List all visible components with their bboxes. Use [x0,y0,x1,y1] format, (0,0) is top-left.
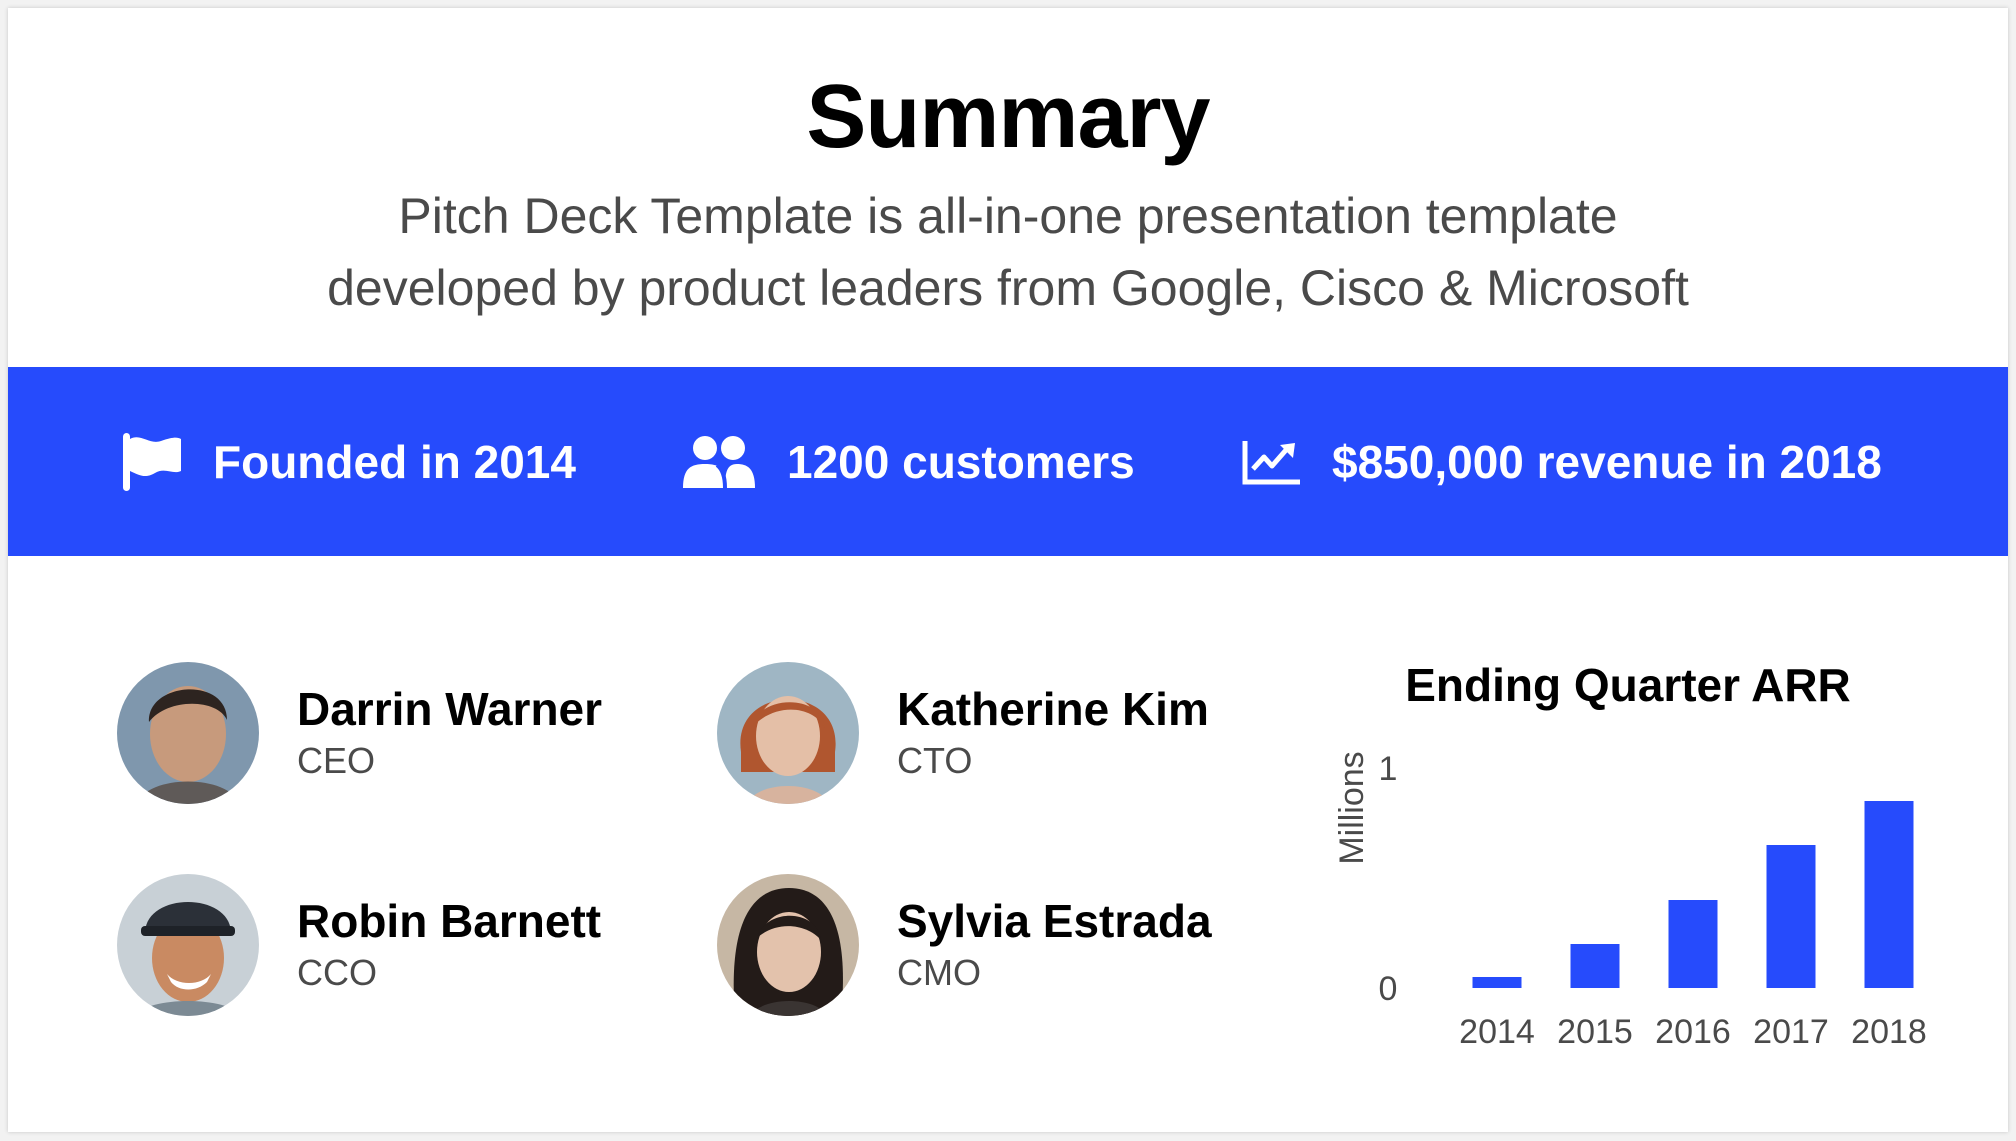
x-tick-label: 2018 [1851,1013,1927,1051]
chart-title: Ending Quarter ARR [1405,659,1851,711]
x-tick-label: 2017 [1753,1013,1829,1051]
avatar [717,662,859,804]
page-title: Summary [806,67,1210,167]
summary-slide: Summary Pitch Deck Template is all-in-on… [8,8,2008,1132]
stats-band: Founded in 2014 1200 customers $850,000 … [8,367,2008,556]
x-tick-label: 2016 [1655,1013,1731,1051]
line-chart-icon [1242,439,1302,485]
subtitle-line-2: developed by product leaders from Google… [327,260,1689,316]
stat-revenue: $850,000 revenue in 2018 [1242,367,1882,556]
avatar [117,874,259,1016]
member-name: Robin Barnett [297,895,602,947]
stat-customers: 1200 customers [681,367,1135,556]
stat-revenue-label: $850,000 revenue in 2018 [1332,435,1882,488]
subtitle: Pitch Deck Template is all-in-one presen… [8,180,2008,324]
team-member: Katherine Kim CTO [717,662,1209,804]
member-role: CTO [897,740,973,781]
member-role: CCO [297,952,377,993]
team-member: Sylvia Estrada CMO [717,874,1212,1016]
member-name: Darrin Warner [297,683,603,735]
arr-bar-chart: Millions 0 1 2014 2015 2016 2017 2018 [1333,750,1927,1051]
bar-2015 [1570,944,1620,988]
team-member: Darrin Warner CEO [117,662,602,804]
team-member: Robin Barnett CCO [117,874,601,1016]
x-tick-label: 2014 [1459,1013,1535,1051]
subtitle-line-1: Pitch Deck Template is all-in-one presen… [398,188,1618,244]
member-name: Sylvia Estrada [897,895,1212,947]
member-role: CMO [897,952,981,993]
stat-founded-label: Founded in 2014 [213,435,576,488]
y-axis-label: Millions [1333,751,1371,864]
member-name: Katherine Kim [897,683,1209,735]
avatar [117,662,259,804]
bar-2018 [1864,801,1914,988]
avatar [717,874,859,1016]
bar-2017 [1766,845,1816,988]
flag-icon [121,431,183,493]
member-role: CEO [297,740,376,781]
x-tick-label: 2015 [1557,1013,1633,1051]
stat-customers-label: 1200 customers [787,435,1135,488]
y-tick-label: 1 [1379,750,1398,788]
y-tick-label: 0 [1379,970,1398,1008]
bar-2016 [1668,900,1718,988]
bar-2014 [1472,977,1522,988]
stat-founded: Founded in 2014 [121,367,576,556]
users-icon [681,434,757,490]
